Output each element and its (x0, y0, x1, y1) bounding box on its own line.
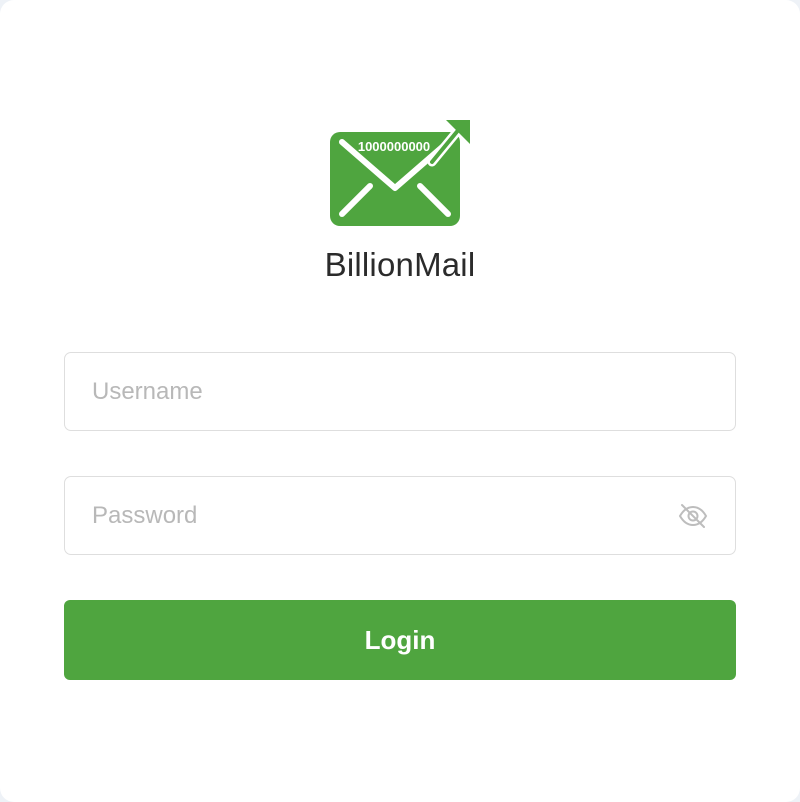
brand-name: BillionMail (324, 246, 476, 283)
password-input[interactable] (92, 477, 652, 554)
logo-digits: 1000000000 (358, 139, 430, 154)
billionmail-logo-icon: 1000000000 (330, 120, 470, 226)
eye-off-icon[interactable] (677, 501, 709, 531)
login-card: 1000000000 BillionMail Login (0, 0, 800, 802)
login-button[interactable]: Login (64, 600, 736, 680)
username-field[interactable] (64, 352, 736, 431)
password-field[interactable] (64, 476, 736, 555)
username-input[interactable] (92, 353, 652, 430)
